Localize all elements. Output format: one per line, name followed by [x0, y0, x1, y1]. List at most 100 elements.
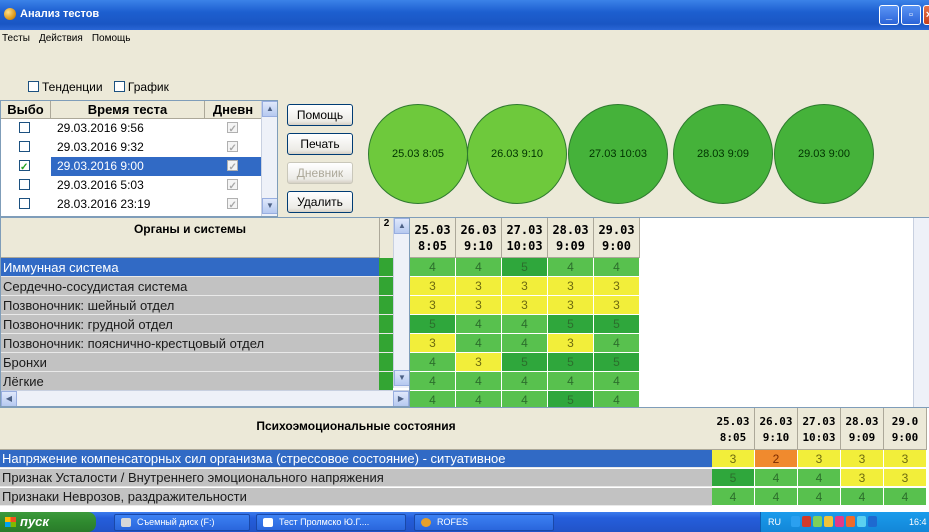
psycho-score-cell[interactable]: 4	[712, 488, 755, 506]
test-select-checkbox[interactable]	[19, 141, 30, 152]
psycho-score-cell[interactable]: 4	[884, 488, 927, 506]
close-button[interactable]: ×	[923, 5, 929, 25]
organs-vscrollbar[interactable]: ▲ ▼	[393, 218, 409, 388]
column-select[interactable]: Выбо	[1, 101, 51, 118]
grid-column-header[interactable]: 28.03 9:09	[548, 218, 594, 258]
grid-score-cell[interactable]: 4	[594, 258, 640, 277]
grid-score-cell[interactable]: 4	[456, 334, 502, 353]
test-select-cell[interactable]	[1, 157, 51, 177]
grid-column-header[interactable]: 27.03 10:03	[502, 218, 548, 258]
grid-score-cell[interactable]: 3	[456, 277, 502, 296]
test-select-cell[interactable]	[1, 195, 51, 214]
minimize-button[interactable]: _	[879, 5, 899, 25]
organ-row[interactable]: Бронхи	[1, 353, 379, 372]
psycho-score-cell[interactable]: 4	[798, 488, 841, 506]
grid-score-cell[interactable]: 4	[456, 372, 502, 391]
grid-score-cell[interactable]: 5	[410, 315, 456, 334]
grid-score-cell[interactable]: 3	[410, 334, 456, 353]
test-row[interactable]: 28.03.2016 23:19	[1, 195, 277, 215]
grid-score-cell[interactable]: 3	[410, 277, 456, 296]
psycho-row[interactable]: Признак Усталости / Внутреннего эмоциона…	[0, 469, 712, 487]
grid-score-cell[interactable]: 4	[548, 372, 594, 391]
test-row[interactable]: 29.03.2016 9:00	[1, 157, 277, 177]
scroll-up-icon[interactable]: ▲	[262, 101, 277, 117]
psycho-score-cell[interactable]: 4	[755, 469, 798, 487]
test-select-cell[interactable]	[1, 176, 51, 195]
psycho-row[interactable]: Напряжение компенсаторных сил организма …	[0, 450, 712, 468]
graph-checkbox[interactable]	[113, 81, 125, 92]
grid-score-cell[interactable]: 3	[456, 353, 502, 372]
psycho-score-cell[interactable]: 3	[841, 450, 884, 468]
menu-tests[interactable]: Тесты	[0, 30, 34, 44]
start-button[interactable]: пуск	[0, 512, 96, 532]
psycho-column-header[interactable]: 29.0 9:00	[884, 408, 927, 450]
scroll-left-icon[interactable]: ◀	[1, 391, 17, 406]
grid-score-cell[interactable]: 4	[502, 315, 548, 334]
psycho-column-header[interactable]: 25.03 8:05	[712, 408, 755, 450]
grid-score-cell[interactable]: 3	[548, 334, 594, 353]
diary-button[interactable]: Дневник	[287, 162, 353, 184]
test-row[interactable]: 29.03.2016 5:03	[1, 176, 277, 196]
menu-actions[interactable]: Действия	[37, 30, 87, 44]
display-icon[interactable]	[857, 516, 866, 527]
test-row[interactable]: 29.03.2016 9:32	[1, 138, 277, 158]
test-circle[interactable]: 25.03 8:05	[368, 104, 468, 204]
test-circle[interactable]: 29.03 9:00	[774, 104, 874, 204]
psycho-score-cell[interactable]: 4	[841, 488, 884, 506]
menu-help[interactable]: Помощь	[90, 30, 135, 44]
grid-column-header[interactable]: 26.03 9:10	[456, 218, 502, 258]
print-button[interactable]: Печать	[287, 133, 353, 155]
test-circle[interactable]: 27.03 10:03	[568, 104, 668, 204]
grid-score-cell[interactable]: 3	[502, 277, 548, 296]
grid-score-cell[interactable]: 4	[456, 258, 502, 277]
grid-score-cell[interactable]: 4	[456, 315, 502, 334]
grid-score-cell[interactable]: 4	[502, 372, 548, 391]
test-list-scrollbar[interactable]: ▲ ▼	[261, 101, 277, 216]
test-select-checkbox[interactable]	[19, 179, 30, 190]
grid-scrollbar[interactable]	[913, 218, 929, 408]
psycho-score-cell[interactable]: 5	[712, 469, 755, 487]
grid-score-cell[interactable]: 5	[548, 315, 594, 334]
antivirus-icon[interactable]	[802, 516, 811, 527]
psycho-column-header[interactable]: 26.03 9:10	[755, 408, 798, 450]
grid-score-cell[interactable]: 5	[594, 353, 640, 372]
delete-button[interactable]: Удалить	[287, 191, 353, 213]
graph-option[interactable]: График	[113, 80, 169, 94]
grid-score-cell[interactable]: 5	[502, 353, 548, 372]
network-icon[interactable]	[791, 516, 800, 527]
organ-row[interactable]: Лёгкие	[1, 372, 379, 391]
test-select-cell[interactable]	[1, 138, 51, 157]
tray-app-icon[interactable]	[835, 516, 844, 527]
psycho-score-cell[interactable]: 4	[798, 469, 841, 487]
grid-score-cell[interactable]: 4	[594, 334, 640, 353]
trends-checkbox[interactable]	[28, 81, 39, 92]
taskbar-item-removable-disk[interactable]: Съемный диск (F:)	[114, 514, 250, 531]
grid-score-cell[interactable]: 3	[594, 277, 640, 296]
grid-score-cell[interactable]: 4	[410, 353, 456, 372]
organ-row[interactable]: Иммунная система	[1, 258, 379, 277]
grid-score-cell[interactable]: 3	[410, 296, 456, 315]
grid-score-cell[interactable]: 3	[456, 296, 502, 315]
taskbar-item-rofes[interactable]: ROFES	[414, 514, 554, 531]
test-select-cell[interactable]	[1, 119, 51, 138]
maximize-button[interactable]: ▫	[901, 5, 921, 25]
organ-row[interactable]: Позвоночник: шейный отдел	[1, 296, 379, 315]
psycho-column-header[interactable]: 27.03 10:03	[798, 408, 841, 450]
psycho-score-cell[interactable]: 3	[884, 450, 927, 468]
grid-column-header[interactable]: 29.03 9:00	[594, 218, 640, 258]
scroll-up-icon[interactable]: ▲	[394, 218, 409, 234]
psycho-row[interactable]: Признаки Неврозов, раздражительности	[0, 488, 712, 506]
trends-option[interactable]: Тенденции	[28, 80, 103, 94]
test-select-checkbox[interactable]	[19, 122, 30, 133]
language-indicator[interactable]: RU	[768, 517, 781, 527]
grid-score-cell[interactable]: 4	[594, 372, 640, 391]
test-circle[interactable]: 28.03 9:09	[673, 104, 773, 204]
scroll-right-icon[interactable]: ▶	[393, 391, 409, 406]
volume-icon[interactable]	[824, 516, 833, 527]
grid-score-cell[interactable]: 3	[548, 277, 594, 296]
grid-score-cell[interactable]: 3	[548, 296, 594, 315]
organs-hscrollbar[interactable]: ◀ ▶	[1, 390, 409, 406]
organ-row[interactable]: Сердечно-сосудистая система	[1, 277, 379, 296]
update-icon[interactable]	[846, 516, 855, 527]
grid-column-header[interactable]: 25.03 8:05	[410, 218, 456, 258]
